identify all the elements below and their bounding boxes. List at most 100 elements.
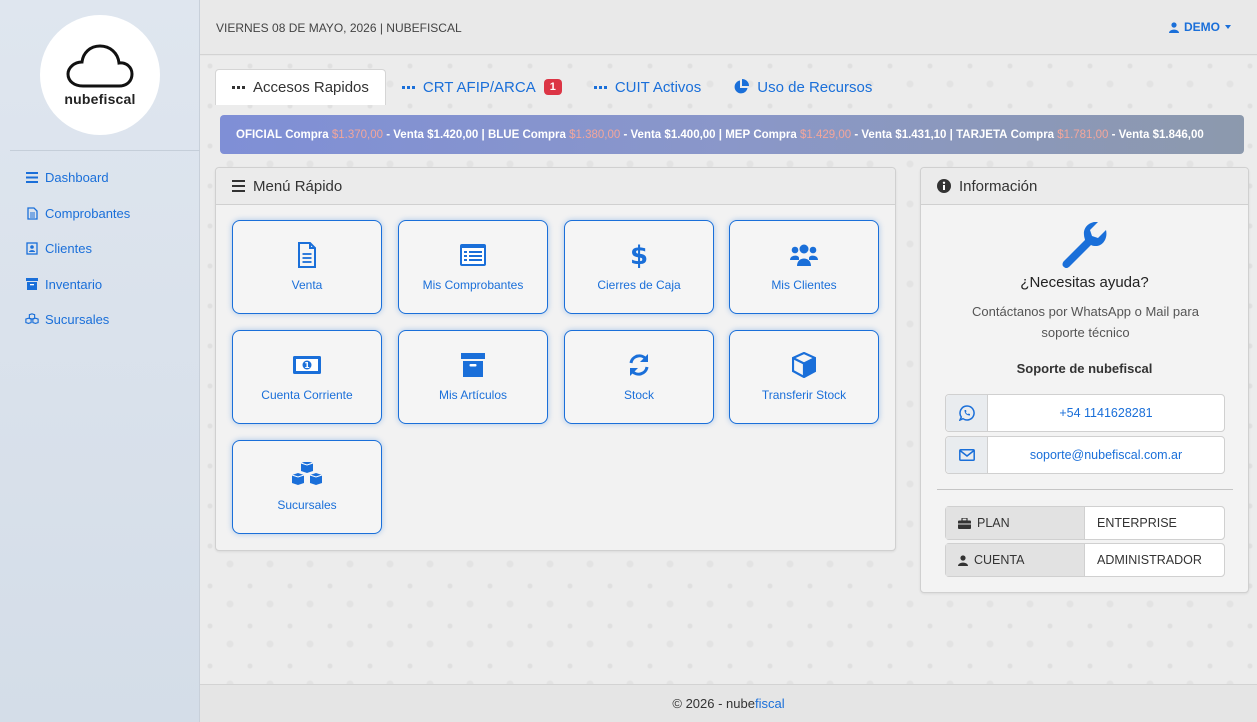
tile-mis-comprobantes[interactable]: Mis Comprobantes [398, 220, 548, 314]
user-menu[interactable]: DEMO [1169, 20, 1231, 34]
rate-compra: $1.781,00 [1057, 128, 1109, 141]
tile-label: Transferir Stock [761, 388, 847, 402]
venta-label: - Venta [1111, 128, 1150, 141]
footer: © 2026 - nube fiscal [200, 684, 1257, 722]
svg-text:$: $ [631, 241, 647, 269]
tile-stock[interactable]: Stock [564, 330, 714, 424]
sidebar-item-label: Dashboard [45, 170, 109, 186]
bars-icon [232, 180, 245, 192]
contact-icon [25, 242, 39, 256]
phone-number[interactable]: +54 1141628281 [988, 395, 1224, 431]
tab-uso-recursos[interactable]: Uso de Recursos [717, 69, 888, 105]
venta-label: - Venta [623, 128, 662, 141]
tile-label: Mis Artículos [438, 388, 507, 402]
separator: | [949, 128, 953, 141]
sidebar: nubefiscal Dashboard Comprobantes Client… [0, 0, 200, 722]
sidebar-divider [10, 150, 200, 151]
footer-brand-accent: fiscal [754, 696, 785, 711]
rate-name: OFICIAL [236, 128, 282, 141]
quick-menu-card: Menú Rápido Venta Mis Comprobantes $ Cie… [215, 167, 896, 551]
rate-venta: $1.431,10 [895, 128, 947, 141]
email-contact[interactable]: soporte@nubefiscal.com.ar [945, 436, 1225, 474]
plan-value: ENTERPRISE [1085, 507, 1224, 539]
tab-bar: Accesos Rapidos CRT AFIP/ARCA 1 CUIT Act… [215, 69, 888, 105]
cubes-icon [291, 462, 323, 485]
info-circle-icon [937, 179, 951, 193]
sidebar-item-sucursales[interactable]: Sucursales [25, 302, 130, 338]
rate-name: MEP [725, 128, 751, 141]
cube-icon [792, 352, 816, 378]
tile-cierres-caja[interactable]: $ Cierres de Caja [564, 220, 714, 314]
tab-cuit-activos[interactable]: CUIT Activos [578, 69, 717, 105]
account-label: CUENTA [974, 553, 1025, 567]
main-content: Accesos Rapidos CRT AFIP/ARCA 1 CUIT Act… [200, 56, 1257, 684]
help-subtitle: Contáctanos por WhatsApp o Mail para sop… [972, 304, 1199, 340]
tile-label: Mis Comprobantes [422, 278, 524, 292]
tile-transferir-stock[interactable]: Transferir Stock [729, 330, 879, 424]
brand-logo[interactable]: nubefiscal [40, 15, 160, 135]
sidebar-item-comprobantes[interactable]: Comprobantes [25, 196, 130, 232]
users-icon [790, 244, 818, 266]
whatsapp-icon [958, 405, 975, 421]
tile-venta[interactable]: Venta [232, 220, 382, 314]
briefcase-icon [958, 517, 971, 529]
whatsapp-contact[interactable]: +54 1141628281 [945, 394, 1225, 432]
tab-label: CUIT Activos [614, 78, 702, 96]
user-name: DEMO [1184, 20, 1220, 34]
tile-label: Cierres de Caja [597, 278, 681, 292]
tile-mis-clientes[interactable]: Mis Clientes [729, 220, 879, 314]
pie-chart-icon [734, 79, 750, 94]
ellipsis-icon [401, 85, 415, 89]
user-icon [958, 554, 968, 566]
sync-icon [629, 354, 649, 376]
archive-icon [461, 353, 485, 377]
money-bill-icon: 1 [293, 356, 321, 374]
tab-accesos-rapidos[interactable]: Accesos Rapidos [215, 69, 386, 105]
sidebar-item-clientes[interactable]: Clientes [25, 231, 130, 267]
sidebar-item-label: Clientes [45, 241, 92, 257]
help-title: ¿Necesitas ayuda? [1020, 274, 1149, 291]
tile-label: Cuenta Corriente [261, 388, 353, 402]
tab-crt-afip[interactable]: CRT AFIP/ARCA 1 [386, 69, 578, 105]
ellipsis-icon [593, 85, 607, 89]
plan-row: PLAN ENTERPRISE [945, 506, 1225, 540]
tile-sucursales[interactable]: Sucursales [232, 440, 382, 534]
tile-mis-articulos[interactable]: Mis Artículos [398, 330, 548, 424]
email-address[interactable]: soporte@nubefiscal.com.ar [988, 437, 1224, 473]
cubes-icon [25, 313, 39, 327]
list-icon [25, 171, 39, 185]
support-title: Soporte de nubefiscal [1016, 361, 1153, 376]
exchange-rate-ticker: OFICIAL Compra $1.370,00 - Venta $1.420,… [220, 115, 1244, 154]
sidebar-item-dashboard[interactable]: Dashboard [25, 160, 130, 196]
brand-name: nubefiscal [64, 91, 136, 107]
tile-label: Sucursales [277, 498, 337, 512]
divider [937, 489, 1233, 490]
tile-label: Stock [623, 388, 654, 402]
sidebar-item-inventario[interactable]: Inventario [25, 267, 130, 303]
rate-compra: $1.380,00 [569, 128, 621, 141]
tile-cuenta-corriente[interactable]: 1 Cuenta Corriente [232, 330, 382, 424]
rate-name: BLUE [487, 128, 520, 141]
tab-label: CRT AFIP/ARCA [422, 78, 536, 96]
sidebar-nav: Dashboard Comprobantes Clientes Inventar… [25, 160, 130, 338]
rate-venta: $1.420,00 [427, 128, 479, 141]
info-card: Información ¿Necesitas ayuda? Contáctano… [920, 167, 1249, 593]
plan-label: PLAN [977, 516, 1010, 530]
top-bar: VIERNES 08 DE MAYO, 2026 | NUBEFISCAL DE… [200, 0, 1257, 55]
footer-copyright: © 2026 - nube [672, 696, 755, 711]
rate-venta: $1.846,00 [1152, 128, 1204, 141]
tile-label: Mis Clientes [771, 278, 837, 292]
rate-name: TARJETA [956, 128, 1008, 141]
header-date: VIERNES 08 DE MAYO, 2026 | NUBEFISCAL [216, 21, 462, 35]
document-icon [298, 242, 316, 268]
file-icon [25, 206, 39, 220]
account-value: ADMINISTRADOR [1085, 544, 1224, 576]
venta-label: - Venta [386, 128, 424, 141]
sidebar-item-label: Sucursales [45, 312, 110, 328]
archive-icon [25, 277, 39, 291]
compra-label: Compra [753, 128, 797, 141]
card-title: Información [959, 177, 1038, 195]
wrench-icon [1062, 222, 1107, 268]
svg-text:1: 1 [304, 361, 310, 370]
separator: | [481, 128, 485, 141]
